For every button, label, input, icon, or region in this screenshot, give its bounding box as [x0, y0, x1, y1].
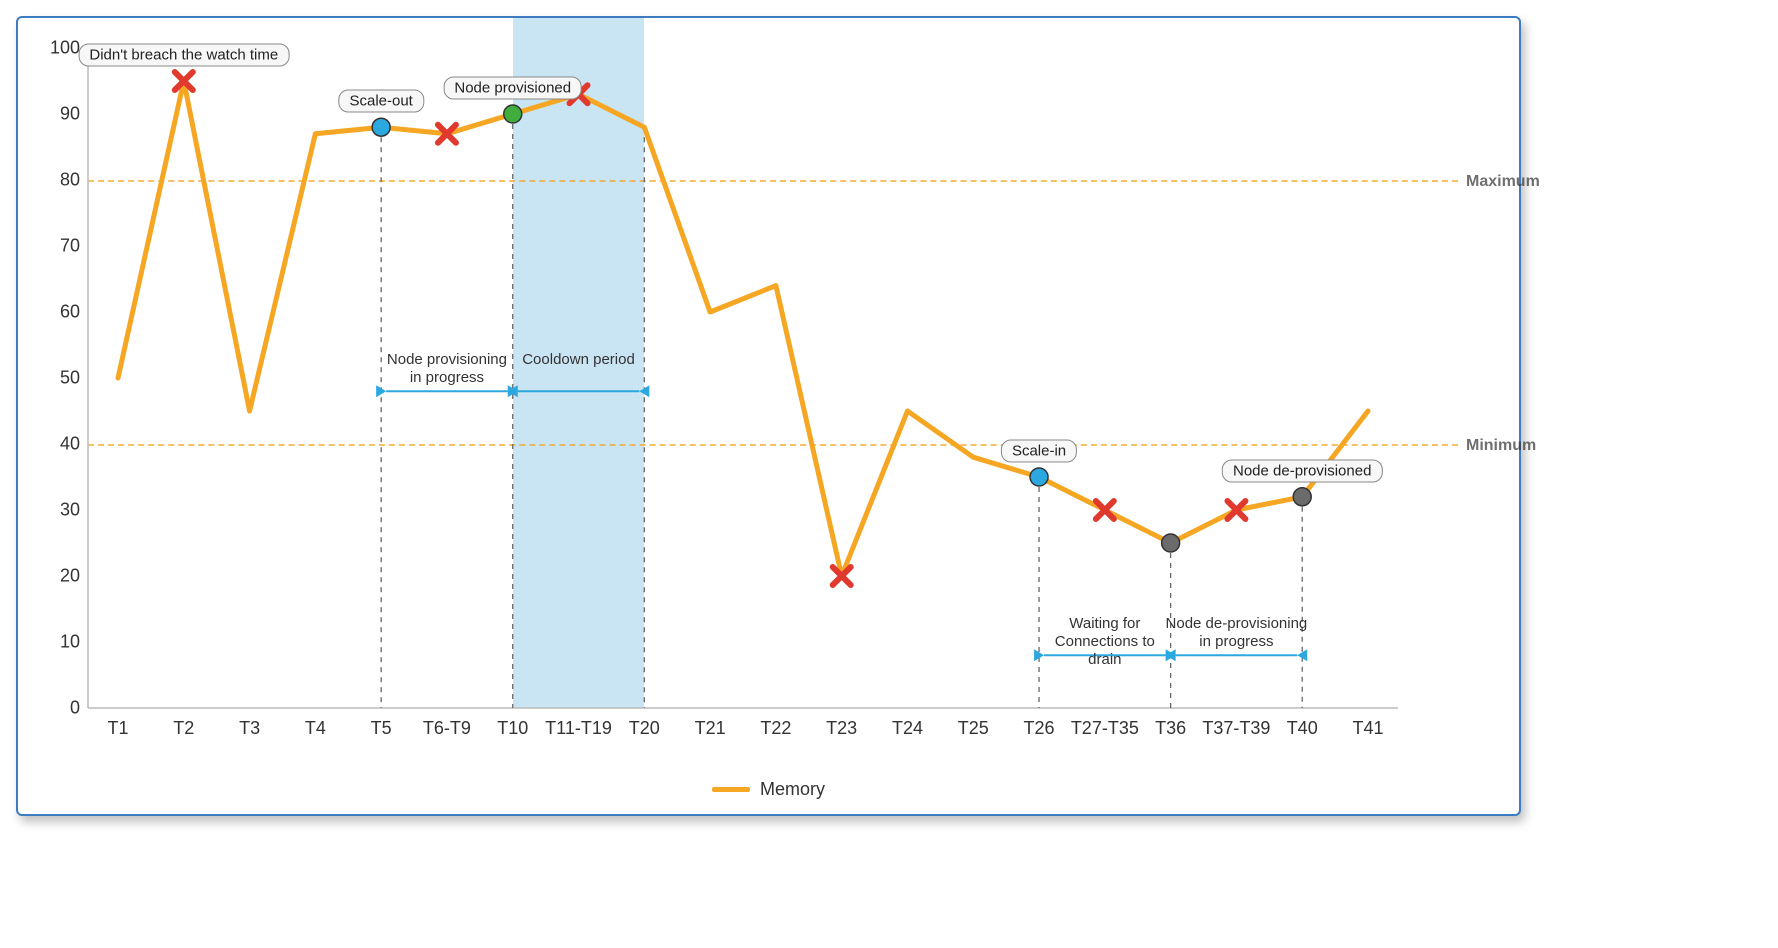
- x-tick: T40: [1287, 718, 1318, 739]
- x-tick: T5: [371, 718, 392, 739]
- plot-area: 0102030405060708090100T1T2T3T4T5T6-T9T10…: [88, 48, 1398, 708]
- x-tick: T2: [173, 718, 194, 739]
- y-tick: 0: [70, 698, 80, 719]
- series-memory: [118, 81, 1368, 576]
- y-tick: 20: [60, 566, 80, 587]
- annotation-pill: Node provisioned: [443, 77, 582, 100]
- marker-dot: [1030, 468, 1048, 486]
- marker-dot: [1162, 534, 1180, 552]
- marker-dot: [1293, 488, 1311, 506]
- legend-swatch-memory: [712, 787, 750, 792]
- marker-red-x: [1096, 501, 1114, 519]
- annotation-pill: Node de-provisioned: [1222, 459, 1382, 482]
- range-label: Node de-provisioningin progress: [1166, 615, 1308, 651]
- x-tick: T22: [760, 718, 791, 739]
- range-label: Waiting forConnections todrain: [1055, 615, 1155, 669]
- x-tick: T27-T35: [1071, 718, 1139, 739]
- y-tick: 30: [60, 500, 80, 521]
- y-tick: 90: [60, 104, 80, 125]
- x-tick: T3: [239, 718, 260, 739]
- y-tick: 10: [60, 632, 80, 653]
- x-tick: T10: [497, 718, 528, 739]
- legend-label: Memory: [760, 779, 825, 800]
- x-tick: T23: [826, 718, 857, 739]
- svg-layer: [88, 48, 1398, 708]
- x-tick: T41: [1352, 718, 1383, 739]
- y-tick: 60: [60, 302, 80, 323]
- legend: Memory: [18, 779, 1519, 800]
- range-label: Cooldown period: [522, 351, 635, 369]
- marker-dot: [372, 118, 390, 136]
- y-tick: 40: [60, 434, 80, 455]
- y-tick: 100: [50, 38, 80, 59]
- annotation-pill: Scale-in: [1001, 440, 1077, 463]
- x-tick: T4: [305, 718, 326, 739]
- x-tick: T20: [629, 718, 660, 739]
- x-tick: T21: [695, 718, 726, 739]
- x-tick: T6-T9: [423, 718, 471, 739]
- y-tick: 50: [60, 368, 80, 389]
- annotation-pill: Didn't breach the watch time: [78, 44, 289, 67]
- x-tick: T1: [107, 718, 128, 739]
- marker-dot: [504, 105, 522, 123]
- x-tick: T11-T19: [545, 718, 612, 739]
- x-tick: T25: [958, 718, 989, 739]
- chart-frame: 0 10 20 30 40 50 60 70 80 90 100 T1 T2 T3 T4 T5 T6-T9 T10…: [16, 16, 1521, 816]
- annotation-pill: Scale-out: [338, 90, 423, 113]
- y-tick: 70: [60, 236, 80, 257]
- x-tick: T37-T39: [1202, 718, 1270, 739]
- x-tick: T36: [1155, 718, 1186, 739]
- y-tick: 80: [60, 170, 80, 191]
- x-tick: T24: [892, 718, 923, 739]
- range-label: Node provisioningin progress: [387, 351, 507, 387]
- x-tick: T26: [1024, 718, 1055, 739]
